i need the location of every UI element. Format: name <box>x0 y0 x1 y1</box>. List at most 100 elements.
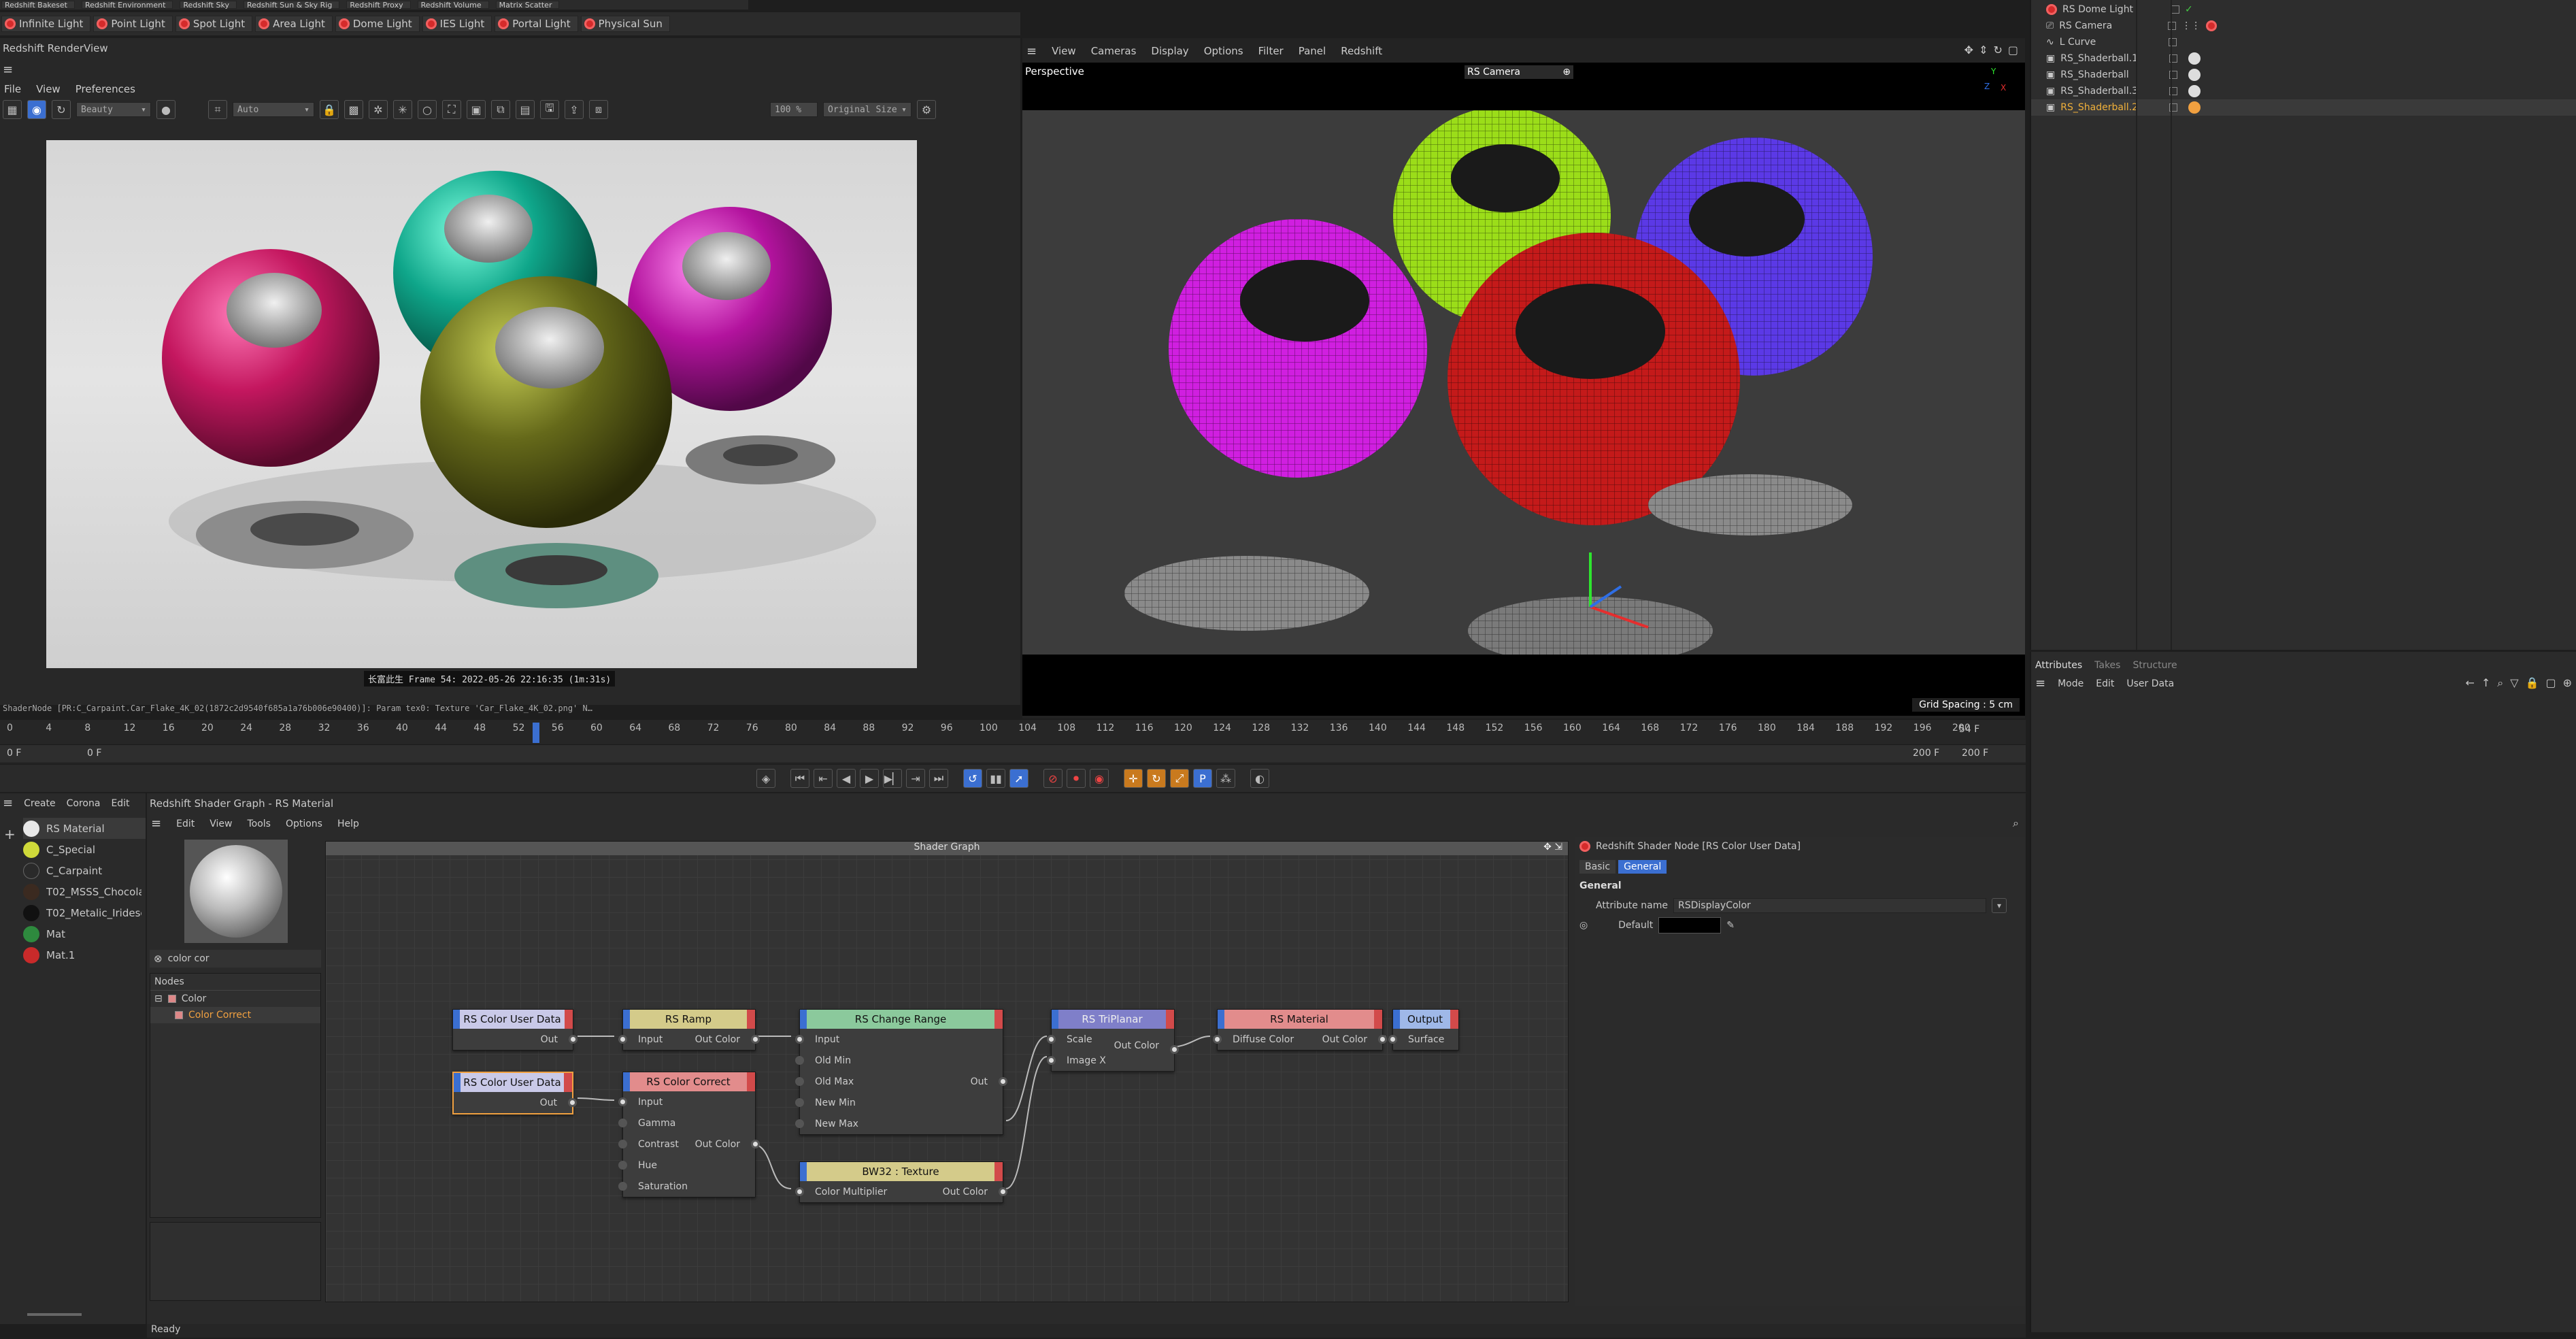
menu-file[interactable]: File <box>4 83 21 95</box>
playhead[interactable] <box>533 723 539 743</box>
fit-icon[interactable]: ⛶ <box>442 100 461 119</box>
tab-general[interactable]: General <box>1618 860 1667 874</box>
object-row-selected[interactable]: ▣ RS_Shaderball.2 <box>2031 99 2576 116</box>
portal-light-button[interactable]: Portal Light <box>495 16 578 32</box>
tree-folder-color[interactable]: ⊟ Color <box>150 991 320 1007</box>
export-icon[interactable]: ⇪ <box>565 100 584 119</box>
material-scrollbar[interactable] <box>27 1313 82 1316</box>
attr-name-input[interactable]: RSDisplayColor <box>1673 898 1986 913</box>
object-row[interactable]: ∿ L Curve <box>2031 34 2576 50</box>
clear-search-icon[interactable]: ⊗ <box>154 953 163 965</box>
collapse-icon[interactable]: ⊟ <box>154 993 163 1004</box>
node-color-user-data-1[interactable]: RS Color User Data Out <box>452 1009 578 1051</box>
render-icon[interactable]: ◉ <box>27 100 46 119</box>
sg-menu-options[interactable]: Options <box>286 819 322 829</box>
node-rs-change-range[interactable]: RS Change Range Input Old Min Old Max Out… <box>795 1009 1007 1135</box>
tab-takes[interactable]: Takes <box>2094 660 2120 671</box>
circle-icon[interactable]: ○ <box>418 100 437 119</box>
mat-menu-create[interactable]: Create <box>24 798 56 809</box>
aov-select[interactable]: Beauty ▾ <box>76 102 151 117</box>
area-light-button[interactable]: Area Light <box>255 16 333 32</box>
menu-preferences[interactable]: Preferences <box>76 83 135 95</box>
next-frame-icon[interactable]: ▶▏ <box>883 769 902 788</box>
vp-menu-filter[interactable]: Filter <box>1258 45 1284 57</box>
film-icon[interactable]: ▦ <box>3 100 22 119</box>
range-bar[interactable]: 0 F 0 F 200 F 200 F <box>0 744 2026 762</box>
node-output[interactable]: Output Surface <box>1388 1009 1459 1051</box>
more-icon[interactable]: ⊕ <box>2563 676 2572 690</box>
default-color-swatch[interactable] <box>1658 917 1722 933</box>
point-light-button[interactable]: Point Light <box>93 16 173 32</box>
attr-menu-mode[interactable]: Mode <box>2058 678 2084 689</box>
rotate-key-icon[interactable]: ↻ <box>1147 769 1166 788</box>
rs-bakeset-button[interactable]: Redshift Bakeset <box>1 1 75 10</box>
material-item[interactable]: T02_MSSS_Chocolat <box>23 881 146 902</box>
end-frame-field-2[interactable]: 200 F <box>1962 748 1988 759</box>
ies-light-button[interactable]: IES Light <box>422 16 492 32</box>
zoom-select[interactable]: 100 % <box>770 102 818 117</box>
rs-volume-button[interactable]: Redshift Volume <box>417 1 489 10</box>
input-port[interactable] <box>618 1035 627 1044</box>
camera-label[interactable]: RS Camera ⊕ <box>1465 65 1573 79</box>
rs-sky-button[interactable]: Redshift Sky <box>180 1 237 10</box>
eyedropper-icon[interactable]: ✎ <box>1726 920 1735 931</box>
spot-light-button[interactable]: Spot Light <box>175 16 253 32</box>
input-port[interactable] <box>795 1035 804 1044</box>
output-port[interactable] <box>568 1098 577 1107</box>
input-port[interactable] <box>795 1187 804 1196</box>
start-frame-field[interactable]: 0 F <box>7 748 21 759</box>
crop-select[interactable]: Auto ▾ <box>233 102 314 117</box>
viewport-canvas[interactable]: Perspective RS Camera ⊕ Y X Z Grid Spaci… <box>1022 63 2025 716</box>
shader-graph-canvas[interactable]: Shader Graph ✥ ⇲ RS Color User Data Out <box>325 841 1569 1302</box>
input-port[interactable] <box>618 1140 627 1148</box>
dome-light-button[interactable]: Dome Light <box>335 16 420 32</box>
node-color-user-data-2[interactable]: RS Color User Data Out <box>452 1072 577 1114</box>
hamburger-icon[interactable]: ≡ <box>3 796 13 810</box>
tab-structure[interactable]: Structure <box>2132 660 2177 671</box>
input-port[interactable] <box>795 1077 804 1086</box>
input-port[interactable] <box>1047 1035 1056 1044</box>
material-item[interactable]: Mat.1 <box>23 944 146 965</box>
animate-icon[interactable]: ◎ <box>1579 920 1588 931</box>
prev-frame-icon[interactable]: ◀ <box>837 769 856 788</box>
chevron-down-icon[interactable]: ▾ <box>1992 898 2007 913</box>
hamburger-icon[interactable]: ≡ <box>151 816 161 831</box>
hamburger-icon[interactable]: ≡ <box>3 63 13 77</box>
node-rs-material[interactable]: RS Material Diffuse Color Out Color <box>1213 1009 1387 1051</box>
snowflake-icon[interactable]: ✲ <box>369 100 388 119</box>
checkbox[interactable] <box>2168 22 2177 30</box>
gear-icon[interactable]: ⚙ <box>917 100 936 119</box>
loop-icon[interactable]: ↺ <box>963 769 982 788</box>
output-port[interactable] <box>999 1077 1007 1086</box>
input-port[interactable] <box>1388 1035 1397 1044</box>
refresh-icon[interactable]: ↻ <box>52 100 71 119</box>
output-port[interactable] <box>1378 1035 1387 1044</box>
node-bw32-texture[interactable]: BW32 : Texture Color Multiplier Out Color <box>795 1161 1007 1203</box>
tab-basic[interactable]: Basic <box>1579 860 1616 874</box>
move-key-icon[interactable]: ✛ <box>1124 769 1143 788</box>
record-key-icon[interactable]: ⏺ <box>1067 769 1086 788</box>
up-arrow-icon[interactable]: ↑ <box>2481 676 2490 690</box>
rotate-view-icon[interactable]: ↻ <box>1993 44 2002 56</box>
input-port[interactable] <box>795 1119 804 1128</box>
object-row[interactable]: ⎚ RS Camera ⋮⋮ <box>2031 18 2576 34</box>
sg-menu-view[interactable]: View <box>210 819 232 829</box>
vp-menu-redshift[interactable]: Redshift <box>1341 45 1382 57</box>
pla-key-icon[interactable]: ⁂ <box>1216 769 1235 788</box>
node-rs-triplanar[interactable]: RS TriPlanar Scale Image X Out Color <box>1047 1009 1179 1072</box>
crop-icon[interactable]: ⌗ <box>208 100 227 119</box>
sg-menu-tools[interactable]: Tools <box>247 819 271 829</box>
object-row[interactable]: ▣ RS_Shaderball <box>2031 67 2576 83</box>
attr-menu-edit[interactable]: Edit <box>2096 678 2114 689</box>
end-frame-field[interactable]: 200 F <box>1913 748 1939 759</box>
tree-item-color-correct[interactable]: Color Correct <box>150 1007 320 1023</box>
play-icon[interactable]: ▶ <box>860 769 879 788</box>
filter-icon[interactable]: ▽ <box>2510 676 2518 690</box>
input-port[interactable] <box>1213 1035 1222 1044</box>
cursor-icon[interactable]: ➚ <box>1009 769 1028 788</box>
input-port[interactable] <box>795 1098 804 1107</box>
sg-menu-edit[interactable]: Edit <box>176 819 195 829</box>
input-port[interactable] <box>1047 1056 1056 1065</box>
grid-icon[interactable]: ▩ <box>344 100 363 119</box>
vp-menu-display[interactable]: Display <box>1151 45 1188 57</box>
